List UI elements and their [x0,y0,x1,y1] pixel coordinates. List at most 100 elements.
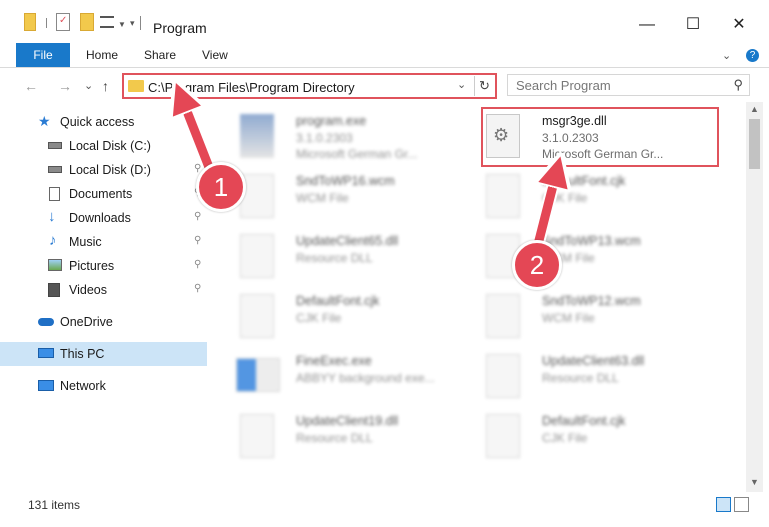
file-item[interactable]: DefaultFont.cjk CJK File [472,406,712,464]
sidebar-item-label: Quick access [60,115,135,129]
download-icon: ↓ [48,208,56,225]
sidebar-item-onedrive[interactable]: OneDrive [0,310,207,334]
file-item[interactable]: DefaultFont.cjk CJK File [472,166,712,224]
help-icon[interactable]: ? [746,49,759,62]
file-type: ABBYY background exe... [296,371,435,385]
search-placeholder[interactable]: Search Program [516,78,611,93]
drive-icon [48,166,62,173]
computer-icon [38,348,54,358]
tab-share[interactable]: Share [144,48,176,62]
pictures-icon [48,259,62,271]
sidebar-item-local-disk-d[interactable]: Local Disk (D:) ⚲ [0,158,207,182]
cloud-icon [38,318,54,326]
forward-arrow-icon[interactable]: → [58,78,72,94]
sidebar-item-network[interactable]: Network [0,374,207,398]
item-count: 131 items [28,498,81,512]
tab-view[interactable]: View [202,48,228,62]
sidebar-item-label: Local Disk (C:) [69,139,151,153]
file-icon [486,174,520,218]
maximize-button[interactable]: ☐ [670,10,716,40]
view-toggle [716,497,750,513]
qa-dropdown-icon[interactable]: ▾ [130,18,135,36]
pin-icon[interactable]: ⚲ [194,139,201,150]
sidebar-item-videos[interactable]: Videos ⚲ [0,278,207,302]
chevron-down-icon[interactable]: ⌄ [457,78,466,91]
file-icon [486,294,520,338]
close-button[interactable]: ✕ [716,10,762,40]
file-type: Resource DLL [296,251,373,265]
file-name: DefaultFont.cjk [296,294,380,308]
details-view-icon[interactable] [716,497,731,512]
window-title: Program [153,20,207,36]
file-name: SndToWP12.wcm [542,294,641,308]
file-item[interactable]: SndToWP16.wcm WCM File [226,166,466,224]
file-description: Microsoft German Gr... [296,147,418,161]
sidebar-item-pictures[interactable]: Pictures ⚲ [0,254,207,278]
file-icon [486,414,520,458]
sidebar-item-music[interactable]: ♪ Music ⚲ [0,230,207,254]
tab-home[interactable]: Home [86,48,118,62]
scroll-down-icon[interactable]: ▼ [750,477,759,487]
scroll-thumb[interactable] [749,119,760,169]
file-item[interactable]: UpdateClient63.dll Resource DLL [472,346,712,404]
large-icons-view-icon[interactable] [734,497,749,512]
expand-ribbon-icon[interactable]: ⌄ [722,49,731,62]
chevron-down-icon[interactable]: ▼ [118,20,126,38]
file-name: UpdateClient63.dll [542,354,645,368]
scroll-up-icon[interactable]: ▲ [750,104,759,114]
file-type: Resource DLL [542,371,619,385]
file-item[interactable]: SndToWP13.wcm WCM File [472,226,712,284]
pin-icon[interactable]: ⚲ [194,235,201,246]
tab-file[interactable]: File [16,43,70,67]
file-name: DefaultFont.cjk [542,174,626,188]
title-separator [140,16,141,30]
network-icon [38,380,54,391]
divider [46,18,47,28]
file-item[interactable]: UpdateClient19.dll Resource DLL [226,406,466,464]
sidebar-item-label: OneDrive [60,315,113,329]
properties-icon[interactable]: ✓ [56,13,70,31]
sidebar-item-quick-access[interactable]: ★ Quick access [0,110,207,134]
sidebar-item-downloads[interactable]: ↓ Downloads ⚲ [0,206,207,230]
folder-icon [24,13,36,31]
pin-icon[interactable]: ⚲ [194,211,201,222]
pin-icon[interactable]: ⚲ [194,259,201,270]
star-icon: ★ [38,113,51,129]
file-highlight-box [481,107,719,167]
sidebar-item-local-disk-c[interactable]: Local Disk (C:) ⚲ [0,134,207,158]
file-type: Resource DLL [296,431,373,445]
pin-icon[interactable]: ⚲ [194,283,201,294]
search-icon[interactable]: ⚲ [733,77,743,93]
music-icon: ♪ [49,232,57,249]
title-bar: ✓ ▼ ▾ Program — ☐ ✕ [0,0,769,42]
navigation-pane: ★ Quick access Local Disk (C:) ⚲ Local D… [0,102,212,492]
vertical-scrollbar[interactable]: ▲ ▼ [746,102,763,492]
file-name: FineExec.exe [296,354,372,368]
file-item[interactable]: SndToWP12.wcm WCM File [472,286,712,344]
file-type: CJK File [542,431,588,445]
search-input[interactable]: Search Program ⚲ [507,74,750,96]
file-item[interactable]: program.exe 3.1.0.2303 Microsoft German … [226,106,466,164]
file-icon [240,294,274,338]
file-item[interactable]: DefaultFont.cjk CJK File [226,286,466,344]
documents-icon [49,187,60,201]
exe-file-icon [236,358,280,392]
customize-toolbar-icon[interactable] [100,16,114,28]
exe-file-icon [240,114,274,158]
file-type: CJK File [296,311,342,325]
drive-icon [48,142,62,149]
up-arrow-icon[interactable]: ↑ [102,78,109,94]
file-item[interactable]: FineExec.exe ABBYY background exe... [226,346,466,404]
refresh-icon[interactable]: ↻ [474,76,494,96]
sidebar-item-documents[interactable]: Documents ⚲ [0,182,207,206]
recent-locations-icon[interactable]: ⌄ [84,79,93,92]
file-type: WCM File [296,191,349,205]
address-path[interactable]: C:\Program Files\Program Directory [148,80,355,95]
address-bar[interactable]: C:\Program Files\Program Directory ⌄ ↻ [122,73,497,99]
minimize-button[interactable]: — [624,10,670,40]
sidebar-item-label: Videos [69,283,107,297]
sidebar-item-this-pc[interactable]: This PC [0,342,207,366]
back-arrow-icon[interactable]: ← [24,78,38,94]
new-folder-icon[interactable] [80,13,94,31]
file-item[interactable]: UpdateClient65.dll Resource DLL [226,226,466,284]
